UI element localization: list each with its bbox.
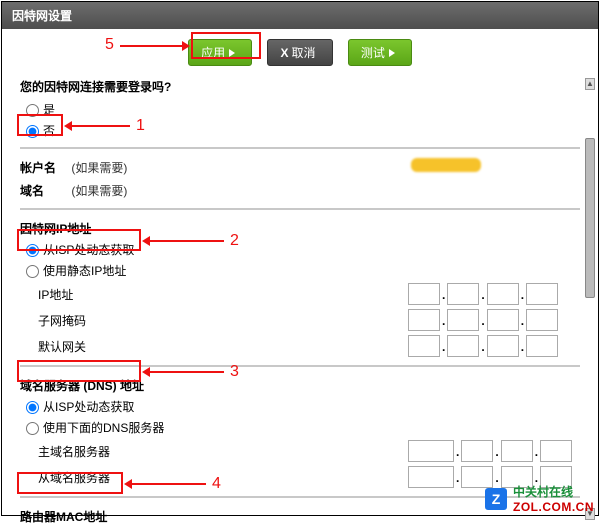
radio-ip-dynamic[interactable]: 从ISP处动态获取 (26, 243, 134, 257)
radio-dns-dynamic[interactable]: 从ISP处动态获取 (26, 400, 134, 414)
cancel-label: 取消 (292, 46, 316, 60)
field-label: 域名 (20, 182, 68, 199)
row-domain: 域名 (如果需要) (20, 179, 580, 202)
radio-login-yes[interactable]: 是 (26, 103, 55, 117)
x-icon: X (280, 46, 288, 60)
ip-octet[interactable] (408, 309, 440, 331)
radio-label: 使用下面的DNS服务器 (43, 421, 164, 435)
radio-label: 否 (43, 124, 55, 138)
ip-octet[interactable] (526, 309, 558, 331)
divider (20, 365, 580, 367)
radio-label: 是 (43, 103, 55, 117)
watermark: Z 中关村在线 ZOL.COM.CN (485, 483, 594, 514)
ip-octet[interactable] (487, 335, 519, 357)
test-button[interactable]: 测试 (348, 39, 412, 66)
ip-octet[interactable] (447, 309, 479, 331)
radio-ip-static[interactable]: 使用静态IP地址 (26, 264, 126, 278)
cancel-button[interactable]: X 取消 (267, 39, 332, 66)
window-title: 因特网设置 (2, 2, 598, 29)
field-label: 帐户名 (20, 159, 68, 176)
label-ip-addr: IP地址 (38, 286, 128, 303)
ip-octet[interactable] (461, 440, 493, 462)
ip-octet[interactable] (408, 466, 454, 488)
login-question: 您的因特网连接需要登录吗? (20, 76, 580, 99)
ip-octet[interactable] (408, 440, 454, 462)
apply-button[interactable]: 应用 (188, 39, 252, 66)
field-hint: (如果需要) (71, 161, 127, 175)
ip-octet[interactable] (526, 335, 558, 357)
scroll-thumb[interactable] (585, 138, 595, 298)
play-icon (389, 49, 395, 57)
field-hint: (如果需要) (71, 184, 127, 198)
toolbar: 应用 X 取消 测试 (2, 29, 598, 72)
radio-label: 从ISP处动态获取 (43, 243, 134, 257)
wm-brand: 中关村在线 (513, 483, 594, 500)
section-ip: 因特网IP地址 (20, 216, 580, 239)
label-dns-secondary: 从域名服务器 (38, 469, 128, 486)
wm-site: ZOL.COM.CN (513, 500, 594, 514)
label-ip-mask: 子网掩码 (38, 312, 128, 329)
apply-label: 应用 (201, 46, 225, 60)
label-dns-primary: 主域名服务器 (38, 443, 128, 460)
section-dns: 域名服务器 (DNS) 地址 (20, 373, 580, 396)
ip-octet[interactable] (408, 283, 440, 305)
ip-octet[interactable] (408, 335, 440, 357)
settings-panel: 您的因特网连接需要登录吗? 是 否 帐户名 (如果需要) 域名 (如果需要) 因… (2, 72, 598, 526)
radio-dns-custom[interactable]: 使用下面的DNS服务器 (26, 421, 164, 435)
ip-octet[interactable] (447, 283, 479, 305)
username-value-redacted (411, 158, 481, 172)
test-label: 测试 (361, 46, 385, 60)
ip-octet[interactable] (487, 283, 519, 305)
scroll-up-icon[interactable]: ▲ (585, 78, 595, 90)
ip-octet[interactable] (447, 335, 479, 357)
divider (20, 208, 580, 210)
radio-login-no[interactable]: 否 (26, 124, 55, 138)
radio-label: 从ISP处动态获取 (43, 400, 134, 414)
row-username: 帐户名 (如果需要) (20, 155, 580, 179)
divider (20, 147, 580, 149)
zol-logo: Z (485, 488, 507, 510)
label-ip-gw: 默认网关 (38, 338, 128, 355)
ip-octet[interactable] (487, 309, 519, 331)
scrollbar[interactable]: ▲ ▼ (585, 78, 595, 520)
ip-octet[interactable] (526, 283, 558, 305)
radio-label: 使用静态IP地址 (43, 264, 126, 278)
play-icon (229, 49, 235, 57)
ip-octet[interactable] (540, 440, 572, 462)
ip-octet[interactable] (501, 440, 533, 462)
